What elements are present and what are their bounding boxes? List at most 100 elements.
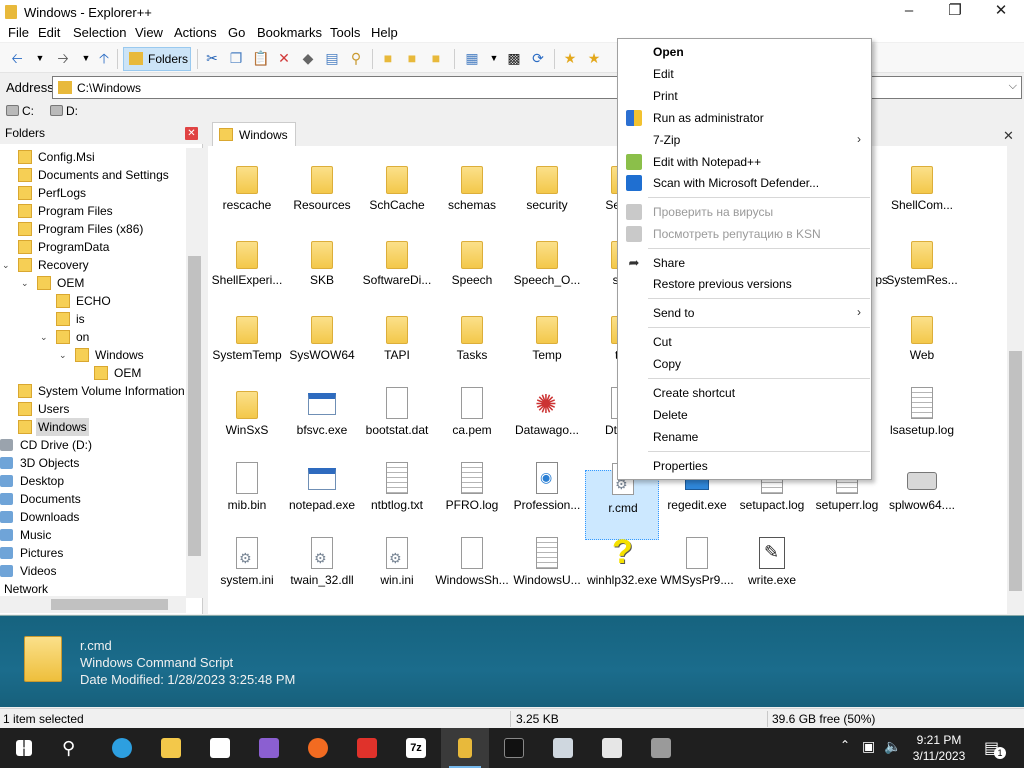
scroll-thumb[interactable] [1009,351,1022,591]
file-item[interactable]: write.exe [735,533,809,603]
collapse-chevron-icon[interactable]: ⌄ [40,328,48,346]
file-item[interactable]: notepad.exe [285,458,359,528]
close-button[interactable]: ✕ [978,0,1024,24]
add-bookmark-icon[interactable]: ★ [562,50,578,66]
file-item[interactable]: win.ini [360,533,434,603]
close-folders-pane-icon[interactable]: ✕ [185,127,198,140]
menu-help[interactable]: Help [371,25,398,40]
volume-icon[interactable]: 🔈 [884,738,901,755]
taskbar-edge[interactable] [98,728,146,768]
minimize-button[interactable]: – [886,0,932,24]
file-item[interactable]: Speech [435,233,509,303]
file-item[interactable]: splwow64.... [885,458,959,528]
address-input[interactable]: C:\Windows ⌵ [52,76,1022,99]
forward-arrow-icon[interactable]: 🡢 [55,50,71,66]
file-item-selected[interactable]: r.cmd [585,463,659,540]
file-item[interactable]: SchCache [360,158,434,228]
menu-item-edit[interactable]: Edit [620,63,871,85]
drive-d[interactable]: D: [48,104,78,118]
scroll-thumb[interactable] [188,256,201,556]
refresh-icon[interactable]: ⟳ [530,50,546,66]
taskbar-file-explorer[interactable] [147,728,195,768]
file-item[interactable]: bfsvc.exe [285,383,359,453]
menu-item-restore-versions[interactable]: Restore previous versions [620,273,871,295]
menu-item-print[interactable]: Print [620,85,871,107]
file-item[interactable]: SystemTemp [210,308,284,378]
new-folder-icon[interactable]: ■ [380,50,396,66]
address-dropdown-icon[interactable]: ⌵ [1009,80,1017,93]
file-item[interactable]: ntbtlog.txt [360,458,434,528]
delete-icon[interactable]: ✕ [276,50,292,66]
menu-bookmarks[interactable]: Bookmarks [257,25,322,40]
file-item[interactable]: Web [885,308,959,378]
tab-windows[interactable]: Windows [212,122,296,146]
delete-permanently-icon[interactable]: ◆ [300,50,316,66]
taskbar-firefox[interactable] [294,728,342,768]
file-item[interactable]: WMSysPr9.... [660,533,734,603]
up-arrow-icon[interactable]: 🡡 [96,50,112,66]
file-item[interactable]: bootstat.dat [360,383,434,453]
move-to-folder-icon[interactable]: ■ [428,50,444,66]
tree-vertical-scrollbar[interactable] [186,148,203,598]
back-arrow-icon[interactable]: 🡠 [9,50,25,66]
menu-item-run-as-admin[interactable]: Run as administrator [620,107,871,129]
back-dropdown-icon[interactable]: ▼ [32,50,48,66]
file-item[interactable]: twain_32.dll [285,533,359,603]
file-item[interactable]: rescache [210,158,284,228]
copy-to-folder-icon[interactable]: ■ [404,50,420,66]
taskbar-store[interactable] [196,728,244,768]
file-item[interactable]: system.ini [210,533,284,603]
menu-item-copy[interactable]: Copy [620,353,871,375]
network-status-icon[interactable]: ▣ [862,738,875,755]
file-item[interactable]: Profession... [510,458,584,528]
file-item[interactable]: Resources [285,158,359,228]
file-item[interactable]: SystemRes... [885,233,959,303]
collapse-chevron-icon[interactable]: ⌄ [59,346,67,364]
menu-view[interactable]: View [135,25,163,40]
file-item[interactable]: schemas [435,158,509,228]
menu-item-rename[interactable]: Rename [620,426,871,448]
menu-item-delete[interactable]: Delete [620,404,871,426]
taskbar-vivaldi[interactable] [343,728,391,768]
file-item[interactable]: winhlp32.exe [585,533,659,603]
views-dropdown-icon[interactable]: ▼ [486,50,502,66]
collapse-chevron-icon[interactable]: ⌄ [2,256,10,274]
show-hidden-icons-icon[interactable]: ⌃ [840,738,850,752]
file-item[interactable]: ShellCom... [885,158,959,228]
bookmarks-icon[interactable]: ★ [586,50,602,66]
file-item[interactable]: WindowsSh... [435,533,509,603]
taskbar-visual-studio[interactable] [245,728,293,768]
close-tab-icon[interactable]: ✕ [1003,128,1014,144]
taskbar-clock[interactable]: 9:21 PM 3/11/2023 [907,732,971,764]
file-item[interactable]: lsasetup.log [885,383,959,453]
file-item[interactable]: SoftwareDi... [360,233,434,303]
search-icon[interactable]: ⚲ [348,50,364,66]
file-item[interactable]: ca.pem [435,383,509,453]
file-item[interactable]: Tasks [435,308,509,378]
menu-item-open[interactable]: Open [620,41,871,63]
menu-item-properties[interactable]: Properties [620,455,871,477]
menu-item-7zip[interactable]: 7-Zip › [620,129,871,151]
scroll-thumb[interactable] [51,599,168,610]
file-item[interactable]: WindowsU... [510,533,584,603]
taskbar-app[interactable] [588,728,636,768]
file-item[interactable]: SysWOW64 [285,308,359,378]
taskbar-task-manager[interactable] [539,728,587,768]
menu-item-share[interactable]: ➦ Share [620,252,871,274]
tree-horizontal-scrollbar[interactable] [0,596,186,613]
menu-go[interactable]: Go [228,25,245,40]
taskbar-7zip[interactable]: 7z [392,728,440,768]
taskbar-command-prompt[interactable] [490,728,538,768]
start-button[interactable] [0,728,48,768]
file-item[interactable]: Speech_O... [510,233,584,303]
file-item[interactable]: ShellExperi... [210,233,284,303]
menu-actions[interactable]: Actions [174,25,217,40]
cut-icon[interactable]: ✂ [204,50,220,66]
file-view-vertical-scrollbar[interactable] [1007,146,1024,614]
paste-icon[interactable]: 📋 [252,50,269,66]
menu-item-send-to[interactable]: Send to › [620,302,871,324]
folders-toggle-button[interactable]: Folders [123,47,191,71]
menu-file[interactable]: File [8,25,29,40]
search-button[interactable]: ⚲ [48,728,96,768]
menu-item-scan-defender[interactable]: Scan with Microsoft Defender... [620,172,871,194]
